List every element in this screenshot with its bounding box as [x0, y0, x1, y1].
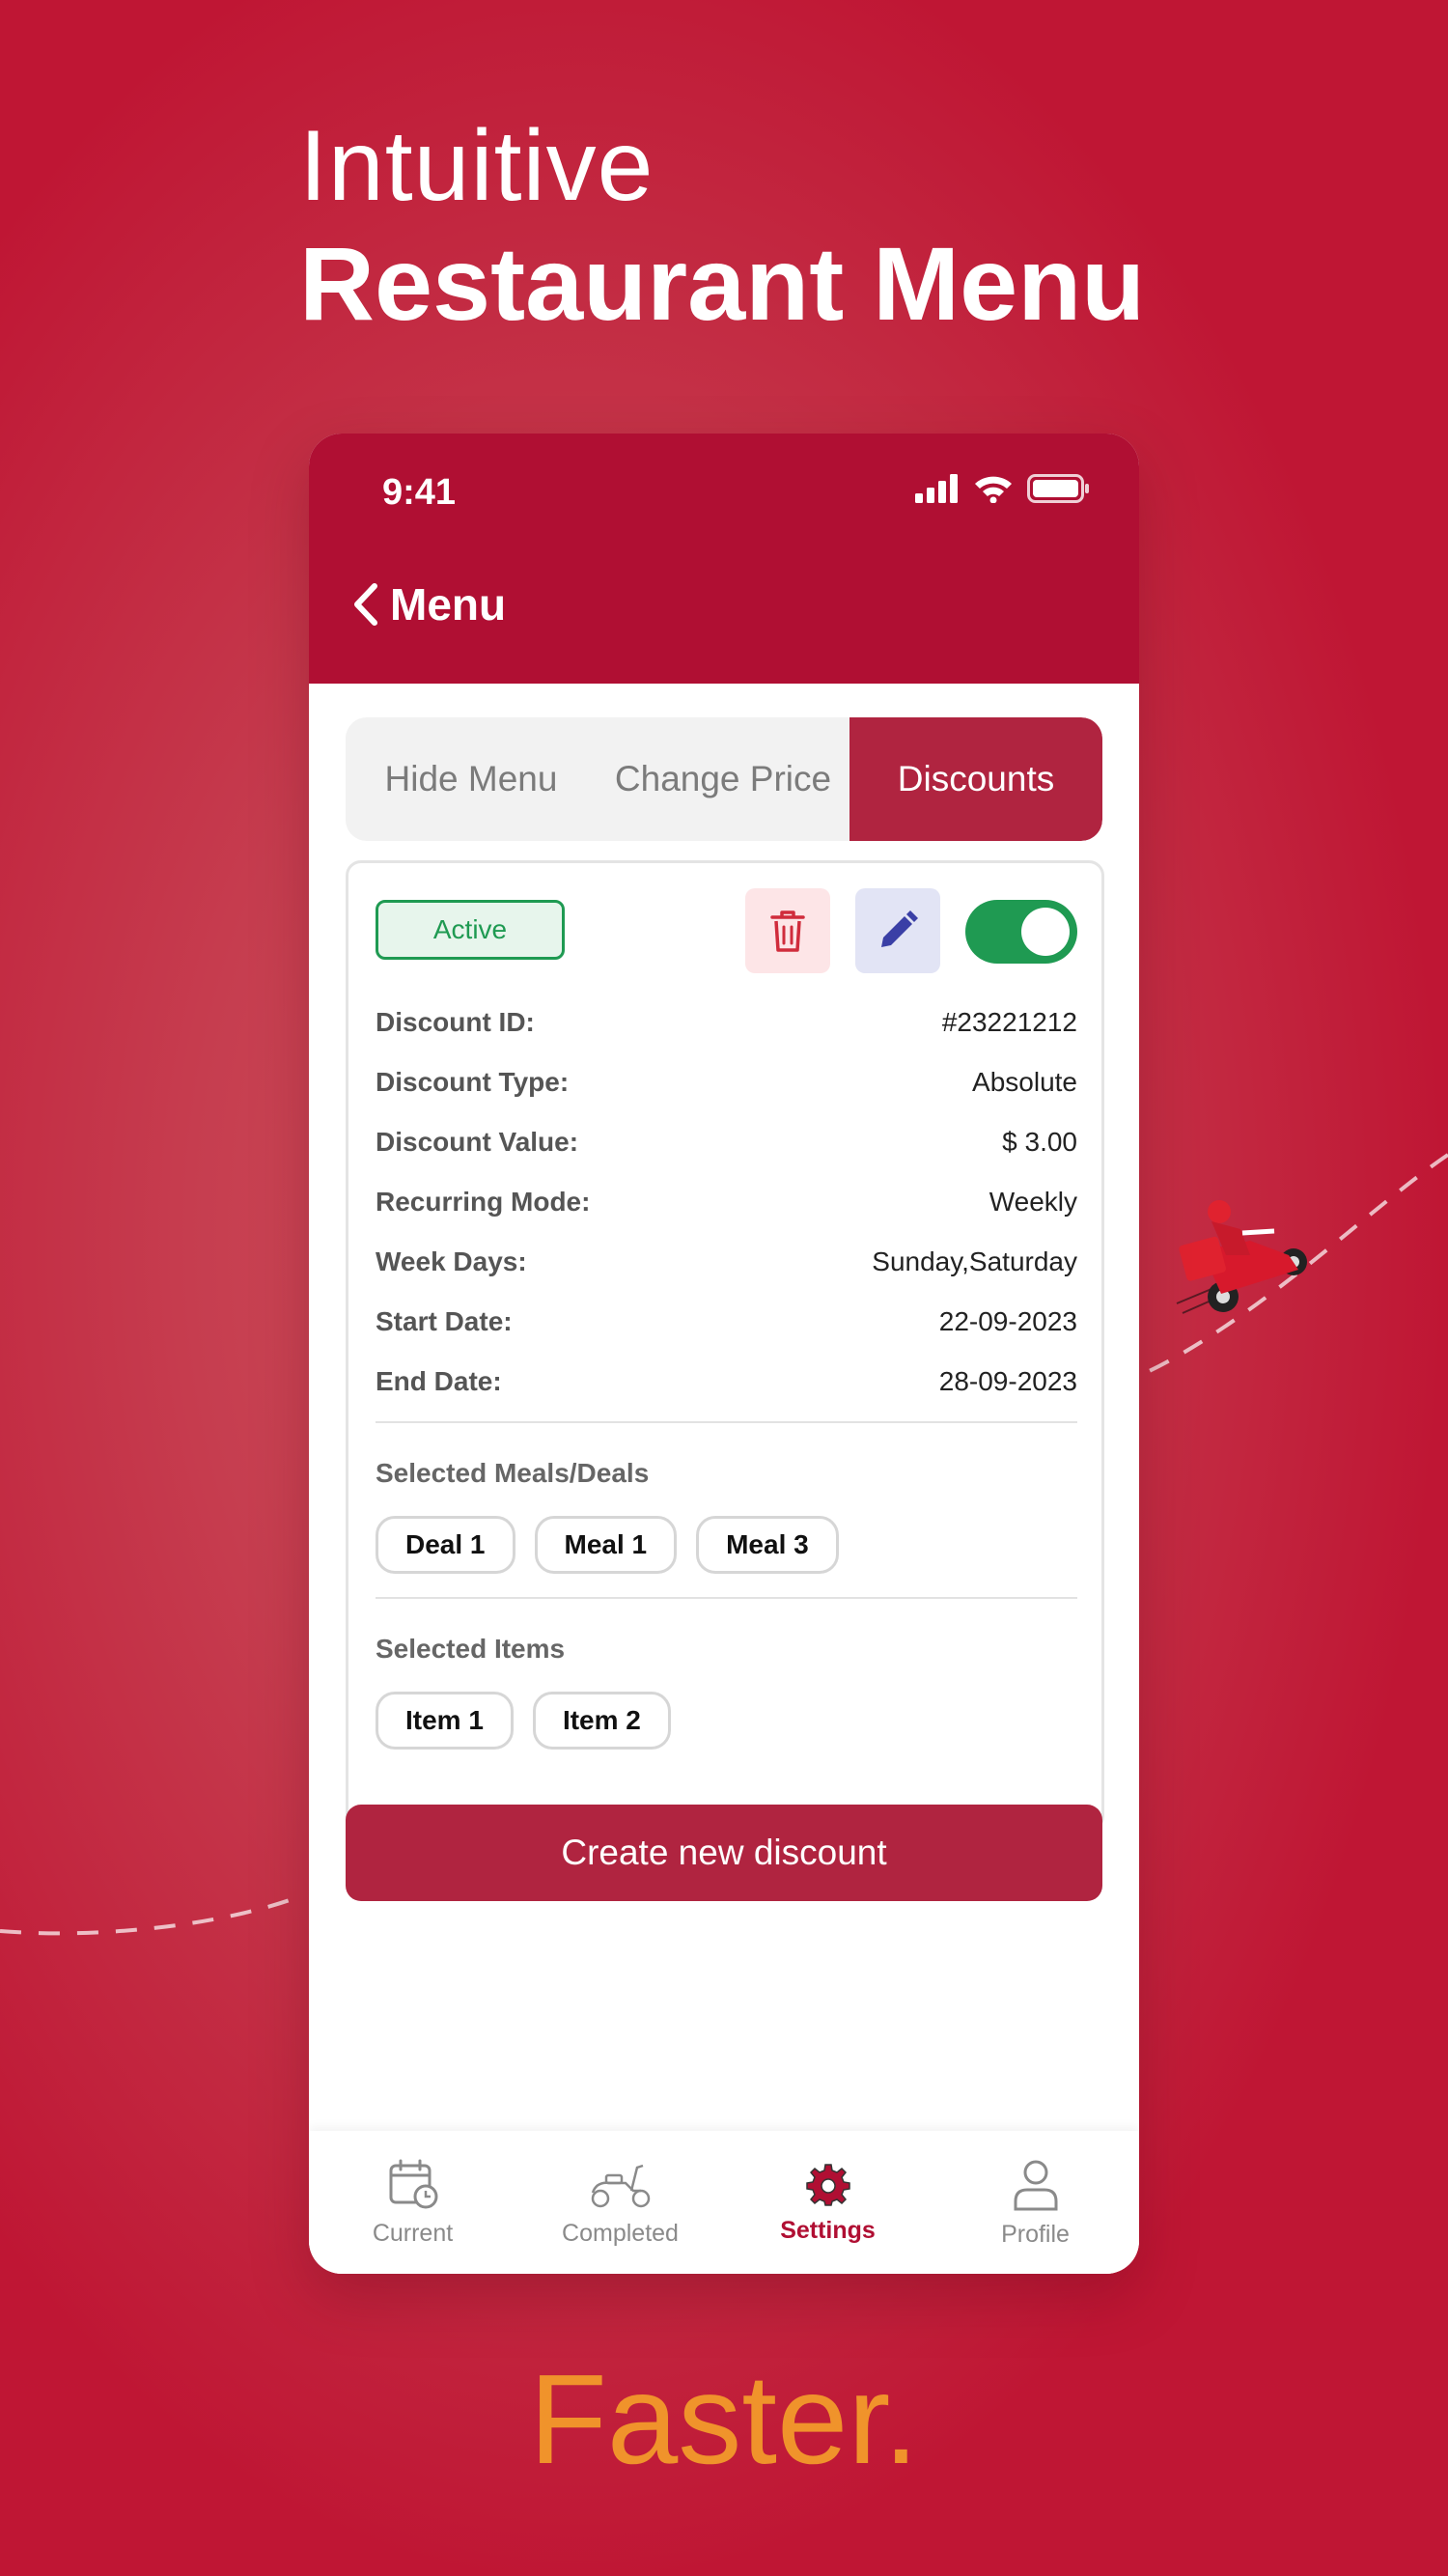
- headline-light: Intuitive: [299, 110, 654, 222]
- chip-meal-1[interactable]: Meal 1: [534, 1516, 678, 1574]
- selected-meals-label: Selected Meals/Deals: [376, 1458, 650, 1488]
- detail-label: Discount ID:: [376, 1007, 535, 1037]
- status-badge: Active: [376, 900, 565, 960]
- battery-icon: [1027, 474, 1089, 503]
- divider: [376, 1597, 1077, 1599]
- back-button[interactable]: Menu: [351, 578, 506, 630]
- toggle-knob: [1021, 908, 1070, 956]
- detail-row-discount-id: Discount ID: #23221212: [376, 993, 1077, 1052]
- segmented-tabs: Hide Menu Change Price Discounts: [346, 717, 1102, 841]
- detail-value: 28-09-2023: [938, 1366, 1077, 1396]
- detail-value: #23221212: [941, 1007, 1077, 1037]
- tab-discounts[interactable]: Discounts: [849, 717, 1102, 841]
- create-discount-button[interactable]: Create new discount: [346, 1805, 1102, 1901]
- detail-row-end-date: End Date: 28-09-2023: [376, 1352, 1077, 1412]
- edit-button[interactable]: [855, 888, 940, 973]
- app-header: 9:41 Menu: [309, 434, 1139, 684]
- trash-icon: [770, 910, 805, 952]
- tab-hide-menu[interactable]: Hide Menu: [346, 717, 597, 841]
- detail-label: Start Date:: [376, 1306, 513, 1336]
- chip-item-1[interactable]: Item 1: [376, 1692, 514, 1750]
- status-icons: [915, 474, 1091, 503]
- nav-item-current[interactable]: Current: [309, 2131, 516, 2274]
- detail-label: Recurring Mode:: [376, 1187, 591, 1217]
- discount-details: Discount ID: #23221212 Discount Type: Ab…: [376, 993, 1077, 1412]
- detail-row-discount-type: Discount Type: Absolute: [376, 1052, 1077, 1112]
- detail-row-recurring-mode: Recurring Mode: Weekly: [376, 1172, 1077, 1232]
- chip-meal-3[interactable]: Meal 3: [696, 1516, 839, 1574]
- nav-item-settings[interactable]: Settings: [724, 2131, 932, 2274]
- nav-label: Completed: [562, 2219, 679, 2247]
- nav-label: Profile: [1001, 2220, 1070, 2248]
- detail-row-start-date: Start Date: 22-09-2023: [376, 1292, 1077, 1352]
- wifi-icon: [975, 476, 1012, 503]
- nav-item-completed[interactable]: Completed: [516, 2131, 724, 2274]
- bottom-nav: Current Completed Settings Profile: [309, 2131, 1139, 2274]
- nav-item-profile[interactable]: Profile: [932, 2131, 1139, 2274]
- marketing-tagline: Faster.: [529, 2348, 919, 2490]
- detail-value: Sunday,Saturday: [872, 1246, 1077, 1276]
- detail-label: Discount Value:: [376, 1127, 579, 1157]
- detail-value: $ 3.00: [1002, 1127, 1077, 1157]
- detail-label: Discount Type:: [376, 1067, 570, 1097]
- gear-icon: [805, 2163, 850, 2206]
- detail-label: End Date:: [376, 1366, 502, 1396]
- detail-row-discount-value: Discount Value: $ 3.00: [376, 1112, 1077, 1172]
- items-chip-list: Item 1 Item 2: [376, 1692, 671, 1750]
- chip-item-2[interactable]: Item 2: [532, 1692, 671, 1750]
- marketing-headline: Intuitive Restaurant Menu: [299, 108, 1145, 344]
- scooter-icon: [591, 2164, 650, 2207]
- detail-label: Week Days:: [376, 1246, 527, 1276]
- nav-label: Settings: [780, 2216, 876, 2244]
- delivery-scooter-icon: [1176, 1200, 1307, 1314]
- detail-value: Absolute: [972, 1067, 1077, 1097]
- chip-deal-1[interactable]: Deal 1: [376, 1516, 515, 1574]
- calendar-clock-icon: [389, 2159, 437, 2208]
- signal-icon: [915, 474, 958, 503]
- status-time: 9:41: [382, 472, 457, 513]
- detail-value: 22-09-2023: [938, 1306, 1077, 1336]
- page-title: Menu: [390, 579, 507, 630]
- discount-toggle[interactable]: [965, 900, 1077, 964]
- user-icon: [1014, 2160, 1057, 2210]
- delete-button[interactable]: [745, 888, 830, 973]
- headline-bold: Restaurant Menu: [299, 225, 1146, 342]
- meals-chip-list: Deal 1 Meal 1 Meal 3: [376, 1516, 839, 1574]
- nav-label: Current: [372, 2219, 454, 2247]
- detail-value: Weekly: [989, 1187, 1077, 1217]
- phone-screen: 9:41 Menu Hide Menu Change Price Discoun…: [309, 434, 1139, 2274]
- detail-row-week-days: Week Days: Sunday,Saturday: [376, 1232, 1077, 1292]
- tab-change-price[interactable]: Change Price: [597, 717, 849, 841]
- chevron-left-icon: [354, 583, 377, 626]
- discount-card: Active Discount ID: #23221212 Discount T…: [346, 860, 1104, 1832]
- selected-items-label: Selected Items: [376, 1634, 566, 1664]
- pencil-icon: [881, 910, 918, 947]
- divider: [376, 1421, 1077, 1423]
